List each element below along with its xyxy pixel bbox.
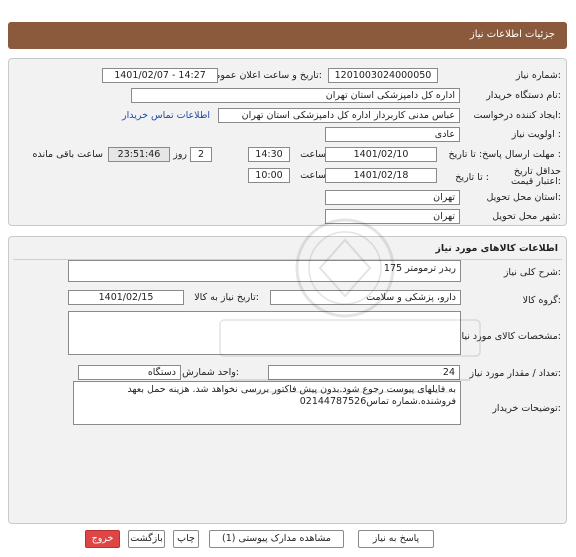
unit-label: واحد شمارش: [182,367,239,378]
deadline-time-label: ساعت [300,149,326,160]
qty-field: 24 [268,365,460,380]
deadline-time-field: 14:30 [248,147,290,162]
need-number-label: شماره نیاز: [515,70,561,81]
priority-field: عادی [325,127,460,142]
remaining-time-field: 23:51:46 [108,147,170,162]
buyer-org-label: نام دستگاه خریدار: [486,90,561,101]
province-label: استان محل تحویل: [486,192,561,203]
province-field: تهران [325,190,460,205]
qty-label: تعداد / مقدار مورد نیاز: [469,368,561,379]
requester-field: عباس مدنی کاربرداز اداره کل دامپزشکی است… [218,108,460,123]
need-number-field: 1201003024000050 [328,68,438,83]
goods-group-label: گروه کالا: [522,295,561,306]
back-button[interactable]: بازگشت [128,530,165,548]
buyer-contact-link[interactable]: اطلاعات تماس خریدار [122,110,210,121]
deadline-label: مهلت ارسال پاسخ: تا تاریخ : [448,149,561,160]
requester-label: ایجاد کننده درخواست: [473,110,561,121]
buyer-notes-field: به فایلهای پیوست رجوع شود.بدون پیش فاکتو… [73,381,461,425]
goods-section-title: اطلاعات کالاهای مورد نیاز [435,243,558,254]
validity-time-field: 10:00 [248,168,290,183]
exit-button[interactable]: خروج [85,530,120,548]
validity-label: حداقل تاریخ اعتبار قیمت: [511,166,561,187]
window-title: جزئیات اطلاعات نیاز [469,29,555,40]
announce-label: تاریخ و ساعت اعلان عمومی: [207,70,322,81]
general-desc-field: ریدر ترمومتر 175 [68,260,461,282]
priority-label: اولویت نیاز : [511,129,561,140]
specs-field [68,311,461,355]
announce-field: 1401/02/07 - 14:27 [102,68,218,83]
deadline-date-field: 1401/02/10 [325,147,437,162]
attachments-button[interactable]: مشاهده مدارک پیوستی (1) [209,530,344,548]
validity-date-field: 1401/02/18 [325,168,437,183]
days-remaining-field: 2 [190,147,212,162]
city-label: شهر محل تحویل: [492,211,561,222]
city-field: تهران [325,209,460,224]
unit-field: دستگاه [78,365,181,380]
need-date-field: 1401/02/15 [68,290,184,305]
remaining-time-label: ساعت باقی مانده [32,149,103,160]
validity-time-label: ساعت [300,170,326,181]
buyer-org-field: اداره کل دامپزشکی استان تهران [131,88,460,103]
validity-prefix: تا تاریخ : [455,172,489,183]
window-titlebar: جزئیات اطلاعات نیاز [8,22,567,49]
reply-button[interactable]: پاسخ به نیاز [358,530,434,548]
need-date-label: تاریخ نیاز به کالا: [194,292,259,303]
general-desc-label: شرح کلی نیاز: [503,267,561,278]
need-info-panel [8,58,567,226]
buyer-notes-label: توضیحات خریدار: [492,403,561,414]
print-button[interactable]: چاپ [173,530,199,548]
goods-group-field: دارو، پزشکی و سلامت [270,290,461,305]
specs-label: مشخصات کالای مورد نیاز: [456,331,561,342]
